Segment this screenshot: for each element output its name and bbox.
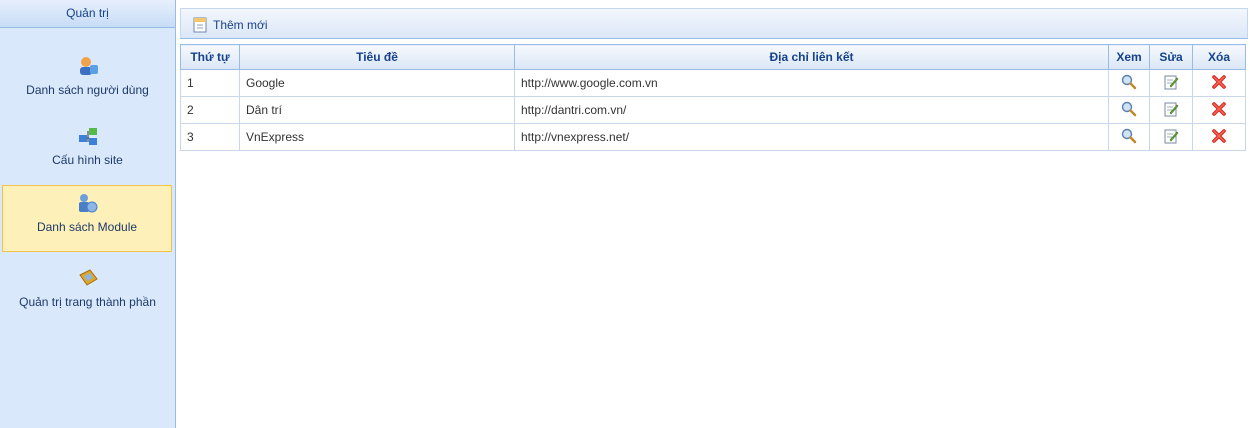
cell-edit <box>1149 123 1193 151</box>
column-header-title[interactable]: Tiêu đề <box>239 44 515 70</box>
component-page-icon <box>78 269 98 286</box>
view-icon[interactable] <box>1121 128 1137 147</box>
cell-view <box>1108 69 1150 97</box>
sidebar-item-users[interactable]: Danh sách người dùng <box>0 55 175 97</box>
cell-title: VnExpress <box>239 123 515 151</box>
sidebar-item-component-pages[interactable]: Quản trị trang thành phần <box>0 267 175 309</box>
column-header-delete[interactable]: Xóa <box>1192 44 1246 70</box>
cell-view <box>1108 123 1150 151</box>
cell-order: 2 <box>180 96 240 124</box>
cell-url: http://dantri.com.vn/ <box>514 96 1109 124</box>
cell-delete <box>1192 96 1246 124</box>
cell-title: Dân trí <box>239 96 515 124</box>
add-new-button[interactable]: Thêm mới <box>193 16 268 34</box>
edit-icon[interactable] <box>1163 101 1179 120</box>
cell-order: 1 <box>180 69 240 97</box>
sidebar-item-modules[interactable]: Danh sách Module <box>2 185 172 252</box>
cell-title: Google <box>239 69 515 97</box>
sidebar-item-label: Quản trị trang thành phần <box>19 295 156 309</box>
links-table: Thứ tự Tiêu đề Địa chỉ liên kết Xem Sửa … <box>180 44 1246 151</box>
sidebar-item-site-config[interactable]: Cấu hình site <box>0 125 175 167</box>
cell-url: http://www.google.com.vn <box>514 69 1109 97</box>
delete-icon[interactable] <box>1211 128 1227 147</box>
sidebar-item-label: Danh sách người dùng <box>26 83 149 97</box>
view-icon[interactable] <box>1121 74 1137 93</box>
table-row: 1 Google http://www.google.com.vn <box>180 69 1246 97</box>
sidebar-item-label: Cấu hình site <box>52 153 123 167</box>
toolbar: Thêm mới <box>180 8 1248 39</box>
cell-url: http://vnexpress.net/ <box>514 123 1109 151</box>
edit-icon[interactable] <box>1163 128 1179 147</box>
cell-delete <box>1192 123 1246 151</box>
column-header-url[interactable]: Địa chỉ liên kết <box>514 44 1109 70</box>
table-row: 3 VnExpress http://vnexpress.net/ <box>180 123 1246 151</box>
site-config-icon <box>78 128 97 145</box>
cell-edit <box>1149 96 1193 124</box>
column-header-edit[interactable]: Sửa <box>1149 44 1193 70</box>
cell-order: 3 <box>180 123 240 151</box>
table-header-row: Thứ tự Tiêu đề Địa chỉ liên kết Xem Sửa … <box>180 44 1246 70</box>
users-icon <box>79 57 98 75</box>
module-icon <box>79 194 98 213</box>
edit-icon[interactable] <box>1163 74 1179 93</box>
view-icon[interactable] <box>1121 101 1137 120</box>
add-new-label: Thêm mới <box>213 18 268 32</box>
cell-delete <box>1192 69 1246 97</box>
delete-icon[interactable] <box>1211 74 1227 93</box>
column-header-order[interactable]: Thứ tự <box>180 44 240 70</box>
new-document-icon <box>193 17 207 33</box>
sidebar: Quản trị Danh sách người dùng Cấu hình s… <box>0 0 176 428</box>
sidebar-item-label: Danh sách Module <box>36 220 138 234</box>
table-row: 2 Dân trí http://dantri.com.vn/ <box>180 96 1246 124</box>
cell-edit <box>1149 69 1193 97</box>
sidebar-title: Quản trị <box>0 0 175 28</box>
column-header-view[interactable]: Xem <box>1108 44 1150 70</box>
delete-icon[interactable] <box>1211 101 1227 120</box>
cell-view <box>1108 96 1150 124</box>
